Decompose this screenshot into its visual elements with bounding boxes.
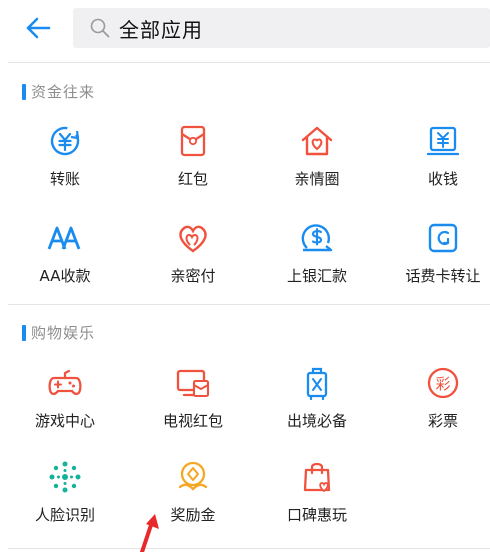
face-dots-icon <box>49 461 81 493</box>
section-title-text: 资金往来 <box>31 83 96 101</box>
family-home-icon <box>301 126 333 156</box>
section-title-shopping: 购物娱乐 <box>22 322 95 343</box>
app-label: 话费卡转让 <box>405 267 481 285</box>
phone-card-icon <box>428 223 458 253</box>
app-label: 红包 <box>177 170 208 188</box>
section-title-text: 购物娱乐 <box>31 324 96 342</box>
app-label: 游戏中心 <box>34 412 95 430</box>
gamepad-icon <box>48 369 82 396</box>
section-title-funds: 资金往来 <box>22 81 95 102</box>
app-label: 亲情圈 <box>294 170 340 188</box>
red-arrow-icon <box>140 514 159 552</box>
search-query-text: 全部应用 <box>119 17 203 42</box>
app-label: 上银汇款 <box>286 267 347 285</box>
app-travel-abroad[interactable]: 出境必备 <box>256 365 378 431</box>
top-bar: 全部应用 <box>0 0 490 58</box>
shopping-bag-icon <box>303 462 331 493</box>
reward-coin-icon <box>178 461 208 491</box>
app-tv-red-packet[interactable]: 电视红包 <box>132 365 254 431</box>
divider <box>8 548 490 549</box>
lottery-icon: 彩 <box>427 367 459 399</box>
app-face-recognition[interactable]: 人脸识别 <box>4 459 126 525</box>
transfer-icon <box>50 126 80 156</box>
app-bank-remit[interactable]: 上银汇款 <box>256 220 378 286</box>
svg-text:彩: 彩 <box>435 375 450 393</box>
app-koubei[interactable]: 口碑惠玩 <box>256 459 378 525</box>
app-label: 出境必备 <box>286 412 347 430</box>
app-label: AA收款 <box>39 267 91 285</box>
app-label: 转账 <box>49 170 80 188</box>
app-red-packet[interactable]: 红包 <box>132 123 254 189</box>
app-label: 电视红包 <box>162 412 223 430</box>
aa-icon <box>47 226 81 250</box>
app-lottery[interactable]: 彩 彩票 <box>382 365 490 431</box>
luggage-icon <box>306 367 328 401</box>
section-accent-bar <box>22 83 26 100</box>
arrow-left-icon <box>26 17 51 39</box>
app-transfer[interactable]: 转账 <box>4 123 126 189</box>
app-label: 收钱 <box>427 170 458 188</box>
search-icon <box>89 17 111 39</box>
app-label: 亲密付 <box>170 267 216 285</box>
divider <box>8 62 490 63</box>
app-phone-card-transfer[interactable]: 话费卡转让 <box>382 220 490 286</box>
back-button[interactable] <box>20 12 56 44</box>
app-label: 口碑惠玩 <box>286 506 347 524</box>
divider <box>8 304 490 305</box>
tv-envelope-icon <box>176 369 210 398</box>
app-label: 人脸识别 <box>34 506 95 524</box>
app-receive-money[interactable]: 收钱 <box>382 123 490 189</box>
receive-money-icon <box>426 126 460 156</box>
double-heart-icon <box>179 225 207 253</box>
red-packet-icon <box>180 125 206 157</box>
app-intimate-pay[interactable]: 亲密付 <box>132 220 254 286</box>
search-input[interactable]: 全部应用 <box>73 8 490 48</box>
app-family-circle[interactable]: 亲情圈 <box>256 123 378 189</box>
section-accent-bar <box>22 324 26 341</box>
dollar-remit-icon <box>301 224 333 252</box>
app-aa-collect[interactable]: AA收款 <box>4 220 126 286</box>
app-game-center[interactable]: 游戏中心 <box>4 365 126 431</box>
app-label: 彩票 <box>427 412 458 430</box>
